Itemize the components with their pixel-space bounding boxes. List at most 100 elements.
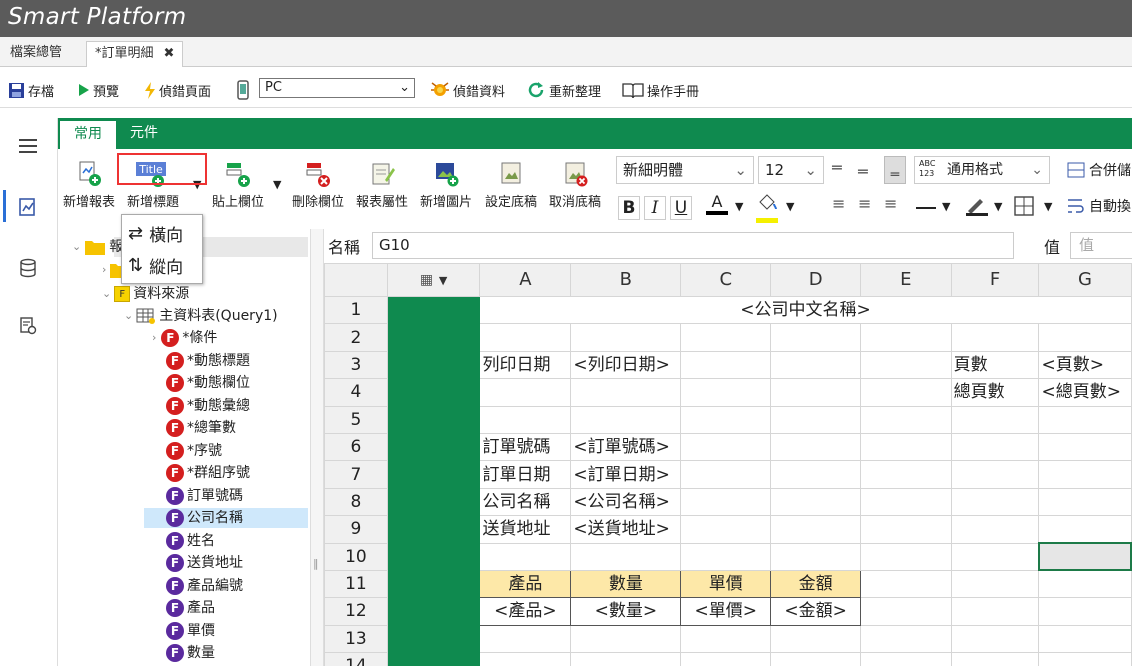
merge-cells-button[interactable]: 合併儲 — [1067, 160, 1131, 180]
sheet-cell[interactable]: 數量 — [570, 569, 682, 599]
fill-color-button[interactable] — [754, 192, 780, 223]
align-bottom-icon[interactable]: ═ — [884, 156, 906, 184]
column-header[interactable]: F — [950, 263, 1040, 297]
sheet-cell[interactable]: <總頁數> — [1038, 378, 1132, 407]
tree-root[interactable]: ⌄ 報 — [72, 236, 123, 258]
sheet-cell[interactable] — [950, 569, 1040, 599]
report-design-icon[interactable] — [18, 197, 38, 217]
autofit-button[interactable]: 自動換 — [1067, 196, 1131, 216]
sheet-cell[interactable] — [770, 432, 862, 462]
tab-order-detail[interactable]: *訂單明細 ✖ — [86, 41, 184, 67]
sheet-cell[interactable] — [1038, 487, 1132, 517]
sheet-cell[interactable] — [680, 350, 772, 380]
sheet-cell[interactable] — [479, 323, 572, 352]
align-right-icon[interactable]: ≡ — [884, 194, 897, 213]
italic-button[interactable]: I — [644, 196, 666, 220]
sheet-cell[interactable]: <列印日期> — [570, 350, 682, 380]
tree-field-item[interactable]: F *動態欄位 — [166, 372, 250, 394]
sheet-cell[interactable]: 列印日期 — [479, 350, 572, 380]
row-header[interactable]: 5 — [324, 405, 388, 434]
sheet-cell[interactable] — [570, 323, 682, 352]
line-color-icon[interactable] — [964, 195, 990, 217]
sheet-cell[interactable] — [680, 624, 772, 654]
sheet-cell[interactable] — [860, 460, 952, 489]
sheet-cell[interactable] — [860, 432, 952, 462]
corner-cell[interactable] — [324, 263, 388, 297]
sheet-cell[interactable] — [770, 624, 862, 654]
column-header[interactable]: C — [680, 263, 772, 297]
database-icon[interactable] — [18, 258, 38, 278]
sheet-cell[interactable] — [770, 652, 862, 666]
preview-button[interactable]: 預覽 — [78, 80, 119, 100]
sheet-cell[interactable]: <訂單日期> — [570, 460, 682, 489]
add-image-button[interactable]: 新增圖片 — [420, 160, 472, 210]
tree-field-item[interactable]: F *群組序號 — [166, 462, 250, 484]
row-header[interactable]: 1 — [324, 295, 388, 325]
menu-item-vertical[interactable]: ⇅ 縱向 — [128, 251, 183, 279]
tree-field-item[interactable]: F 產品編號 — [166, 575, 243, 597]
debug-data-button[interactable]: 偵錯資料 — [430, 80, 505, 100]
sheet-cell[interactable] — [770, 323, 862, 352]
sheet-cell[interactable] — [680, 542, 772, 571]
row-header[interactable]: 12 — [324, 597, 388, 626]
sheet-cell[interactable]: <公司名稱> — [570, 487, 682, 517]
sheet-cell[interactable] — [950, 405, 1040, 434]
chevron-down-icon[interactable]: ▼ — [735, 200, 743, 213]
sheet-cell[interactable]: <單價> — [680, 597, 772, 626]
column-header[interactable]: E — [860, 263, 952, 297]
sheet-cell[interactable] — [680, 405, 772, 434]
row-header[interactable]: 4 — [324, 378, 388, 407]
tree-field-item[interactable]: F *動態彙總 — [166, 395, 250, 417]
sheet-cell[interactable] — [1038, 624, 1132, 654]
row-header[interactable]: 2 — [324, 323, 388, 352]
manual-button[interactable]: 操作手冊 — [622, 80, 699, 100]
sheet-cell[interactable] — [860, 624, 952, 654]
sheet-cell[interactable] — [770, 460, 862, 489]
sheet-cell[interactable] — [950, 515, 1040, 544]
font-size-select[interactable]: 12 ⌄ — [758, 156, 824, 184]
sheet-cell[interactable] — [950, 432, 1040, 462]
sheet-cell[interactable] — [1038, 652, 1132, 666]
sheet-cell[interactable] — [770, 350, 862, 380]
row-header[interactable]: 6 — [324, 432, 388, 462]
close-icon[interactable]: ✖ — [164, 46, 175, 61]
sheet-cell[interactable] — [950, 323, 1040, 352]
row-header[interactable]: 7 — [324, 460, 388, 489]
column-header[interactable]: A — [479, 263, 572, 297]
new-report-button[interactable]: 新增報表 — [63, 160, 115, 210]
name-input[interactable]: G10 — [372, 232, 1014, 259]
sheet-cell[interactable] — [570, 624, 682, 654]
column-header[interactable]: B — [570, 263, 682, 297]
tree-field-item[interactable]: F *動態標題 — [166, 350, 250, 372]
sheet-cell[interactable] — [680, 487, 772, 517]
sheet-cell[interactable] — [770, 487, 862, 517]
cancel-background-button[interactable]: 取消底稿 — [549, 160, 601, 210]
sheet-cell[interactable] — [479, 652, 572, 666]
tree-field-item[interactable]: › F *條件 — [152, 327, 217, 349]
number-format-select[interactable]: ABC 123 通用格式 ⌄ — [914, 156, 1050, 184]
sheet-cell[interactable] — [1037, 542, 1132, 572]
bold-button[interactable]: B — [618, 196, 640, 220]
settings-document-icon[interactable] — [18, 316, 38, 336]
tree-field-item[interactable]: F 姓名 — [166, 530, 215, 552]
sheet-cell[interactable] — [860, 515, 952, 544]
sheet-cell[interactable] — [950, 542, 1040, 571]
sheet-cell[interactable]: <數量> — [570, 597, 682, 626]
sheet-cell[interactable]: 公司名稱 — [479, 487, 572, 517]
sheet-cell[interactable]: 訂單日期 — [479, 460, 572, 489]
sheet-cell[interactable] — [1038, 405, 1132, 434]
sheet-cell[interactable] — [570, 405, 682, 434]
font-family-select[interactable]: 新細明體 ⌄ — [616, 156, 754, 184]
chevron-down-icon[interactable]: ▼ — [994, 200, 1002, 213]
sheet-cell[interactable] — [860, 597, 952, 626]
align-top-icon[interactable]: ═ — [832, 158, 842, 177]
sheet-cell[interactable] — [1038, 323, 1132, 352]
sheet-cell[interactable]: <產品> — [479, 597, 572, 626]
sheet-cell[interactable] — [860, 569, 952, 599]
sheet-cell[interactable] — [680, 460, 772, 489]
paste-field-button[interactable]: 貼上欄位 — [212, 160, 264, 210]
column-header[interactable]: G — [1038, 263, 1132, 297]
sheet-cell[interactable]: <頁數> — [1038, 350, 1132, 380]
sheet-cell[interactable] — [860, 487, 952, 517]
align-middle-icon[interactable]: ═ — [858, 162, 868, 181]
